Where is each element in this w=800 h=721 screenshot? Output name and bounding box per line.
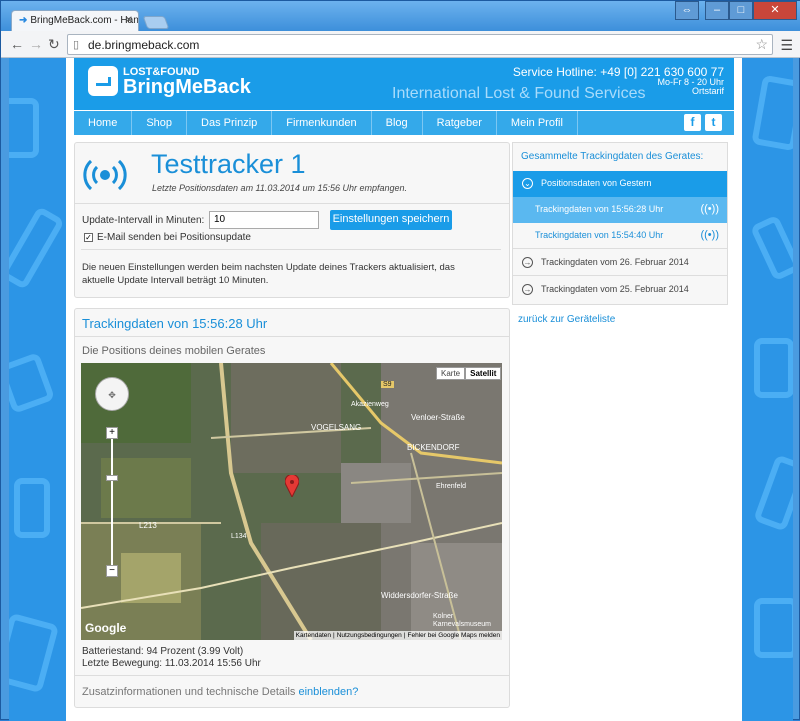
hotline-hours: Mo-Fr 8 - 20 Uhr Ortstarif [657, 77, 724, 96]
map-type-satellit[interactable]: Satellit [465, 367, 502, 380]
map-view[interactable]: VOGELSANG BICKENDORF L213 Widdersdorfer-… [81, 363, 502, 640]
tracking-panel: Trackingdaten von 15:56:28 Uhr Die Posit… [74, 308, 510, 708]
back-to-devices-link[interactable]: zurück zur Geräteliste [518, 314, 615, 325]
map-label-museum: Kolner Karnevalsmuseum [433, 613, 491, 628]
twitter-icon[interactable]: t [705, 114, 722, 131]
map-label-widdersdorfer: Widdersdorfer-Straße [381, 591, 458, 600]
page-content: LOST&FOUND BringMeBack Service Hotline: … [66, 58, 742, 721]
arrow-right-icon: → [522, 284, 533, 295]
map-label-vogelsang: VOGELSANG [311, 423, 362, 432]
chevron-down-icon: ⌄ [522, 178, 533, 189]
page-background: LOST&FOUND BringMeBack Service Hotline: … [9, 58, 793, 721]
arrow-right-icon: → [522, 257, 533, 268]
email-checkbox[interactable]: ✓ [84, 233, 93, 242]
tracking-history-panel: Gesammelte Trackingdaten des Gerates: ⌄ P… [512, 142, 728, 305]
history-item-feb25[interactable]: → Trackingdaten vom 25. Februar 2014 [513, 277, 727, 303]
main-nav: Home Shop Das Prinzip Firmenkunden Blog … [74, 111, 734, 135]
nav-firmenkunden[interactable]: Firmenkunden [272, 111, 372, 135]
map-label-akazienweg: Akazienweg [351, 401, 389, 408]
map-label-l213: L213 [139, 521, 157, 530]
page-icon: ▯ [73, 39, 80, 51]
nav-das-prinzip[interactable]: Das Prinzip [187, 111, 273, 135]
map-label-s9: S9 [381, 381, 394, 388]
email-label: E-Mail senden bei Positionsupdate [97, 232, 251, 243]
map-report-link[interactable]: Fehler bei Google Maps melden [408, 632, 501, 639]
close-window-button[interactable]: ✕ [753, 1, 797, 20]
last-data-text: Letzte Positionsdaten am 11.03.2014 um 1… [152, 183, 408, 193]
map-label-ehrenfeld: Ehrenfeld [436, 483, 466, 490]
last-movement: Letzte Bewegung: 11.03.2014 15:56 Uhr [82, 658, 261, 669]
favicon-arrow-icon: ➜ [19, 15, 28, 26]
facebook-icon[interactable]: f [684, 114, 701, 131]
map-label-bickendorf: BICKENDORF [407, 443, 460, 452]
map-footer: Kartendaten | Nutzungsbedingungen | Fehler… [293, 631, 502, 640]
restore-arrows-icon[interactable]: ⇔ [675, 1, 699, 20]
zoom-in-button[interactable]: + [106, 427, 118, 439]
nav-home[interactable]: Home [74, 111, 133, 135]
back-arrow-icon[interactable]: ← [10, 37, 24, 51]
map-terms-link[interactable]: Nutzungsbedingungen [337, 632, 402, 639]
nav-blog[interactable]: Blog [372, 111, 423, 135]
nav-mein-profil[interactable]: Mein Profil [497, 111, 578, 135]
tracker-name: Testtracker 1 [151, 149, 306, 179]
map-type-karte[interactable]: Karte [436, 367, 466, 380]
map-zoom-control[interactable]: + − [106, 427, 118, 577]
history-item-feb26[interactable]: → Trackingdaten vom 26. Februar 2014 [513, 250, 727, 276]
url-text: de.bringmeback.com [88, 38, 200, 52]
interval-label: Update-Intervall in Minuten: [82, 215, 205, 226]
zoom-out-button[interactable]: − [106, 565, 118, 577]
tracking-title: Trackingdaten von 15:56:28 Uhr [82, 316, 268, 331]
browser-window: ➜ BringMeBack.com - Hand ✕ ⇔ – □ ✕ ← → ↻ ▯… [0, 0, 800, 721]
bookmark-star-icon[interactable]: ☆ [755, 36, 768, 53]
battery-status: Batteriestand: 94 Prozent (3.99 Volt) [82, 646, 244, 657]
logo-arrow-icon[interactable] [88, 66, 118, 96]
logo-text[interactable]: BringMeBack [123, 76, 251, 99]
interval-input[interactable]: 10 [209, 211, 319, 229]
signal-icon: ((•)) [700, 203, 719, 215]
minimize-button[interactable]: – [705, 1, 729, 20]
menu-icon[interactable]: ☰ [780, 37, 793, 54]
map-type-control: Karte Satellit [436, 367, 502, 380]
forward-arrow-icon[interactable]: → [29, 37, 43, 51]
site-header: LOST&FOUND BringMeBack Service Hotline: … [74, 58, 734, 110]
history-title: Gesammelte Trackingdaten des Gerates: [521, 151, 704, 162]
location-pin-icon[interactable] [285, 475, 299, 497]
save-settings-button[interactable]: Einstellungen speichern [330, 210, 452, 230]
browser-tab[interactable]: ➜ BringMeBack.com - Hand ✕ [11, 10, 139, 31]
map-label-l134: L134 [231, 533, 247, 540]
map-subtitle: Die Positions deines mobilen Gerates [82, 345, 266, 357]
map-label-venloer: Venloer-Straße [411, 413, 465, 422]
show-details-link[interactable]: einblenden? [298, 686, 358, 698]
map-pan-control[interactable]: ✥ [95, 377, 129, 411]
signal-icon: ((•)) [700, 229, 719, 241]
maximize-button[interactable]: □ [729, 1, 753, 20]
history-item-155440[interactable]: Trackingdaten von 15:54:40 Uhr ((•)) [513, 223, 727, 249]
google-logo: Google [85, 621, 127, 635]
address-bar-area: ← → ↻ ▯ de.bringmeback.com ☆ ☰ [1, 31, 800, 58]
zoom-slider-handle[interactable] [106, 475, 118, 481]
extra-info: Zusatzinformationen und technische Detai… [82, 686, 359, 698]
tab-title: BringMeBack.com - Hand [30, 15, 139, 26]
nav-shop[interactable]: Shop [132, 111, 188, 135]
signal-broadcast-icon [83, 159, 127, 191]
tagline: International Lost & Found Services [392, 85, 646, 102]
nav-ratgeber[interactable]: Ratgeber [423, 111, 497, 135]
close-tab-icon[interactable]: ✕ [125, 15, 133, 26]
tracker-settings-panel: Testtracker 1 Letzte Positionsdaten am 1… [74, 142, 510, 298]
url-field[interactable]: ▯ de.bringmeback.com ☆ [67, 34, 773, 55]
new-tab-button[interactable] [142, 16, 170, 29]
map-data-link[interactable]: Kartendaten [296, 632, 331, 639]
tab-bar: ➜ BringMeBack.com - Hand ✕ ⇔ – □ ✕ [1, 1, 800, 31]
history-item-155628[interactable]: Trackingdaten von 15:56:28 Uhr ((•)) [513, 197, 727, 223]
info-text: Die neuen Einstellungen werden beim nach… [82, 262, 455, 286]
reload-icon[interactable]: ↻ [48, 37, 60, 51]
history-item-yesterday[interactable]: ⌄ Positionsdaten von Gestern [513, 171, 727, 197]
